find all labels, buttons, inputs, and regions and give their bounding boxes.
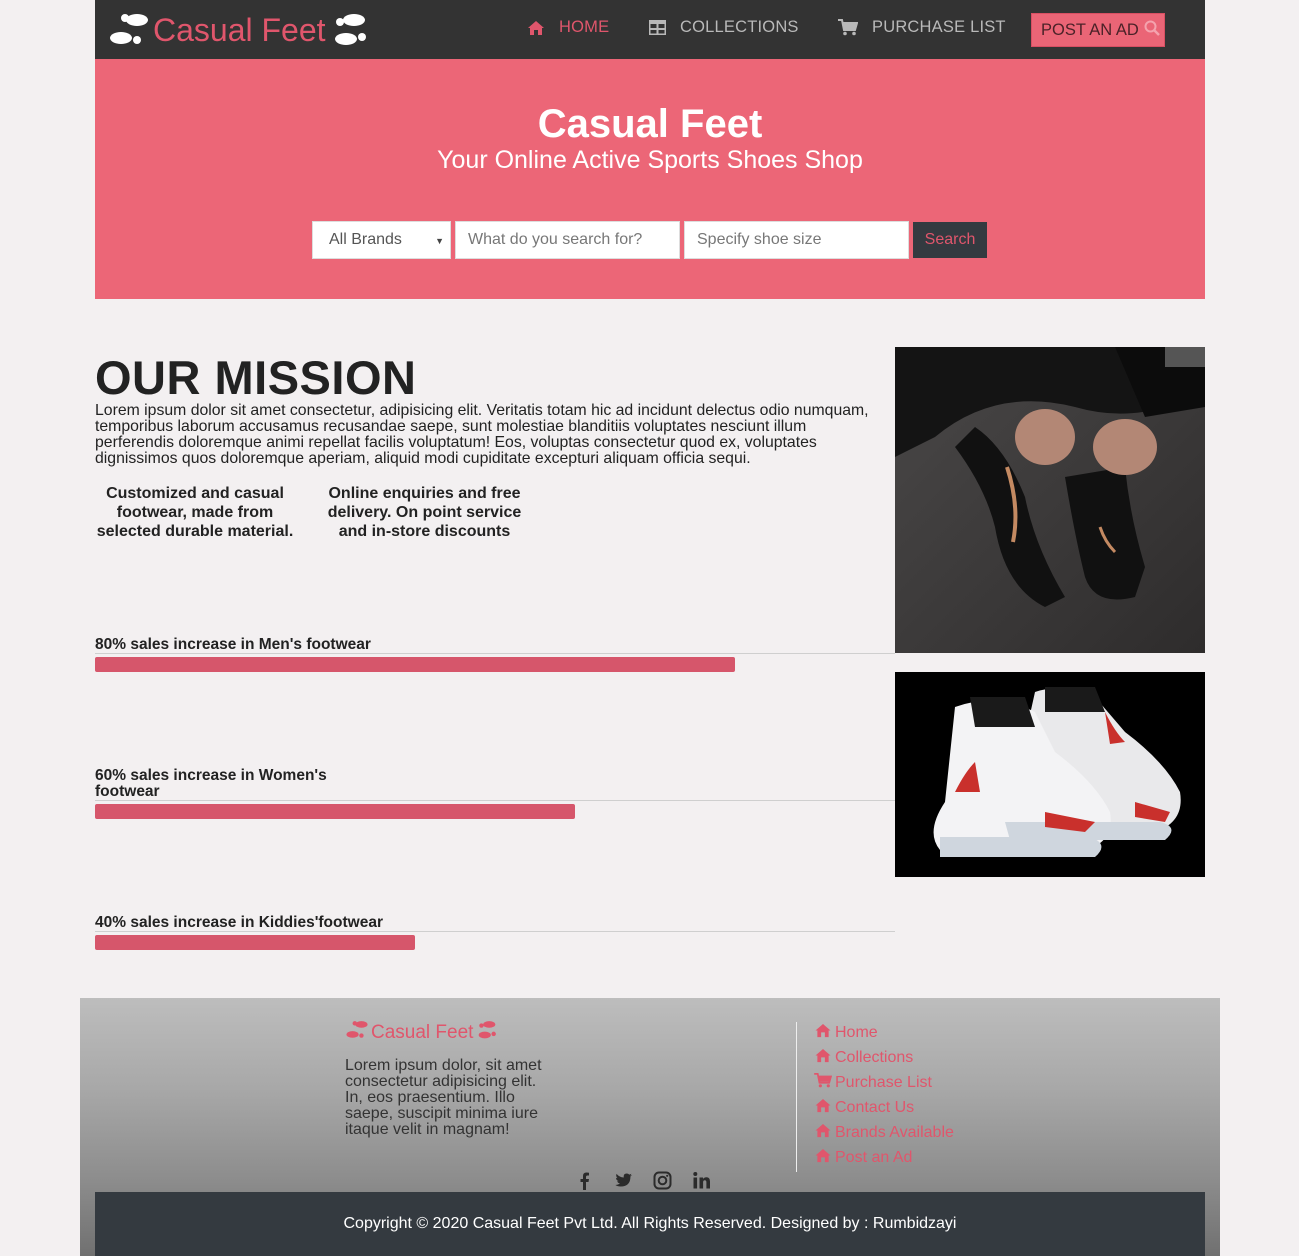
twitter-icon[interactable]	[614, 1171, 633, 1190]
hero-banner: Casual Feet Your Online Active Sports Sh…	[95, 59, 1205, 299]
brand-logo[interactable]: Casual Feet	[109, 10, 370, 50]
search-form: All Brands ▼ What do you search for? Spe…	[312, 221, 987, 259]
footer-link-label: Home	[835, 1023, 878, 1041]
post-ad-label: POST AN AD	[1041, 20, 1139, 39]
stat-label-women: 60% sales increase in Women's footwear	[95, 767, 327, 800]
footer-link-collections[interactable]: Collections	[814, 1045, 954, 1070]
progress-bar-men	[95, 657, 895, 672]
footer-link-label: Contact Us	[835, 1098, 915, 1116]
footer-link-purchase-list[interactable]: Purchase List	[814, 1070, 954, 1095]
progress-fill	[95, 935, 415, 950]
stat-label-kids: 40% sales increase in Kiddies'footwear	[95, 914, 383, 931]
nav-collections-label: COLLECTIONS	[680, 18, 799, 36]
divider	[95, 931, 895, 932]
home-icon	[814, 1123, 832, 1143]
brand-select-value: All Brands	[329, 231, 402, 248]
nav-purchase-list-label: PURCHASE LIST	[872, 18, 1006, 36]
social-links	[575, 1171, 711, 1190]
shoe-size-input[interactable]: Specify shoe size	[684, 221, 909, 259]
footer-link-contact[interactable]: Contact Us	[814, 1095, 954, 1120]
footer-link-post-ad[interactable]: Post an Ad	[814, 1145, 954, 1170]
nav-home[interactable]: HOME	[527, 18, 609, 37]
divider	[95, 653, 895, 654]
home-icon	[814, 1023, 832, 1043]
nav-collections[interactable]: COLLECTIONS	[649, 18, 799, 37]
copyright-bar: Copyright © 2020 Casual Feet Pvt Ltd. Al…	[95, 1192, 1205, 1256]
brand-select[interactable]: All Brands ▼	[312, 221, 451, 259]
cart-icon	[814, 1072, 833, 1093]
mission-text: Lorem ipsum dolor sit amet consectetur, …	[95, 402, 869, 467]
footer-link-home[interactable]: Home	[814, 1020, 954, 1045]
navbar: Casual Feet HOME COLLECTIONS PURCHASE LI…	[95, 0, 1205, 59]
brand-name: Casual Feet	[153, 12, 326, 48]
mission-title: OUR MISSION	[95, 351, 417, 404]
progress-bar-women	[95, 804, 895, 819]
progress-bar-kids	[95, 935, 895, 950]
hero-subtitle: Your Online Active Sports Shoes Shop	[437, 146, 863, 174]
post-ad-button[interactable]: POST AN AD	[1031, 13, 1165, 47]
table-icon	[649, 20, 666, 35]
hero-title: Casual Feet	[537, 102, 763, 146]
linkedin-icon[interactable]	[692, 1171, 711, 1190]
instagram-icon[interactable]	[653, 1171, 672, 1190]
footer-links: Home Collections Purchase List Contact U…	[814, 1020, 954, 1170]
footer-brand[interactable]: Casual Feet	[345, 1020, 499, 1045]
sneaker-lacing-photo	[895, 347, 1205, 653]
caret-down-icon: ▼	[435, 236, 444, 246]
nav-purchase-list[interactable]: PURCHASE LIST	[838, 18, 1006, 37]
search-button[interactable]: Search	[913, 222, 987, 258]
search-input[interactable]: What do you search for?	[455, 221, 680, 259]
feature-delivery: Online enquiries and free delivery. On p…	[327, 485, 522, 540]
stat-label-men: 80% sales increase in Men's footwear	[95, 636, 371, 653]
footer-text: Lorem ipsum dolor, sit amet consectetur …	[345, 1057, 542, 1138]
footer-link-label: Brands Available	[835, 1123, 954, 1141]
footer-link-label: Purchase List	[835, 1073, 932, 1091]
nav-home-label: HOME	[559, 18, 610, 36]
footprints-icon	[109, 12, 149, 48]
divider	[95, 800, 895, 801]
progress-fill	[95, 657, 735, 672]
footer-link-brands[interactable]: Brands Available	[814, 1120, 954, 1145]
home-icon	[814, 1048, 832, 1068]
white-red-sneakers-photo	[895, 672, 1205, 877]
footprints-icon	[475, 1020, 499, 1045]
footer: Casual Feet Lorem ipsum dolor, sit amet …	[80, 998, 1220, 1256]
footer-brand-name: Casual Feet	[371, 1021, 474, 1043]
feature-customized: Customized and casual footwear, made fro…	[96, 485, 294, 540]
search-icon	[1144, 20, 1160, 41]
footprints-icon	[330, 12, 370, 48]
facebook-icon[interactable]	[575, 1171, 594, 1190]
home-icon	[527, 20, 545, 36]
home-icon	[814, 1098, 832, 1118]
footer-divider	[796, 1022, 797, 1172]
home-icon	[814, 1148, 832, 1168]
footprints-icon	[345, 1020, 369, 1045]
cart-icon	[838, 19, 858, 36]
progress-fill	[95, 804, 575, 819]
footer-link-label: Collections	[835, 1048, 914, 1066]
footer-link-label: Post an Ad	[835, 1148, 913, 1166]
